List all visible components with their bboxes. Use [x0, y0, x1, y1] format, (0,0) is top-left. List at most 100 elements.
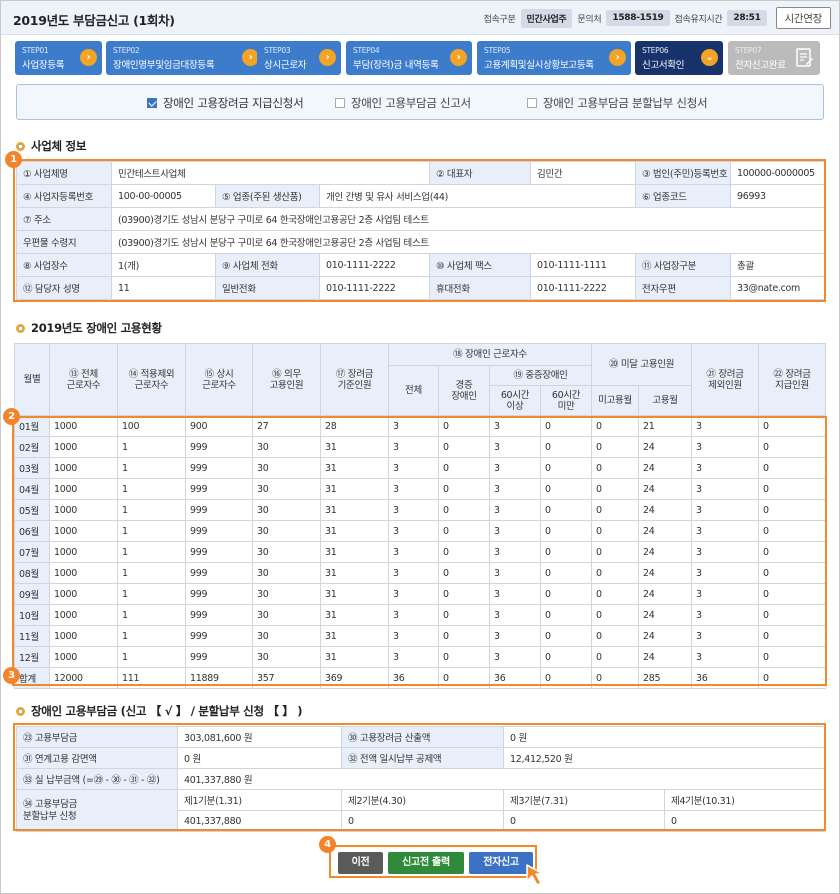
- value-cell: 1000: [49, 541, 118, 563]
- section-title-text: 장애인 고용부담금 (신고 【 √ 】 / 분할납부 신청 【 】 ): [31, 704, 303, 718]
- value-cell: 999: [185, 646, 253, 668]
- table-row: 10월 1000 1 999 30 31 3 0 3 0 0 24 3 0: [14, 604, 827, 626]
- prev-button[interactable]: 이전: [338, 852, 383, 874]
- value-cell: 1: [117, 604, 186, 626]
- form-option-label: 장애인 고용부담금 분할납부 신청서: [543, 96, 708, 110]
- value-cell: 3: [388, 520, 439, 542]
- header-cell: 60시간 미만: [539, 385, 593, 416]
- value-cell: 1000: [49, 499, 118, 521]
- label-cell: ㉓ 고용부담금: [16, 726, 178, 748]
- checkbox-unchecked[interactable]: [335, 98, 345, 108]
- value-cell: 24: [638, 436, 693, 458]
- value-cell: 0: [591, 415, 640, 437]
- chevron-right-icon: ›: [80, 49, 97, 66]
- value-cell: 0: [758, 436, 827, 458]
- value-cell: 1000: [49, 625, 118, 647]
- value-cell: 김민간: [530, 161, 636, 185]
- form-option-burden[interactable]: 장애인 고용부담금 신고서: [335, 95, 471, 111]
- month-cell: 합계: [14, 667, 50, 689]
- value-cell: 0: [758, 604, 827, 626]
- value-cell: 3: [489, 499, 541, 521]
- session-label: 접속유지시간: [674, 14, 723, 25]
- step-07: STEP07 전자신고완료: [728, 41, 820, 75]
- value-cell: 0: [539, 499, 593, 521]
- value-cell: 0 원: [177, 747, 342, 769]
- step-05[interactable]: STEP05 고용계획및실시상황보고등록 ›: [477, 41, 631, 75]
- form-option-incentive[interactable]: 장애인 고용장려금 지급신청서: [147, 95, 304, 111]
- step-04[interactable]: STEP04 부담(장려)금 내역등록 ›: [346, 41, 472, 75]
- value-cell: 0: [591, 478, 640, 500]
- value-cell: 24: [638, 457, 693, 479]
- value-cell: 30: [252, 583, 321, 605]
- value-cell: 30: [252, 457, 321, 479]
- value-cell: 3: [489, 520, 541, 542]
- value-cell: 0: [758, 667, 827, 689]
- table-row: 01월 1000 100 900 27 28 3 0 3 0 0 21 3 0: [14, 415, 827, 437]
- value-cell: 1: [117, 457, 186, 479]
- value-cell: 총괄: [730, 253, 825, 277]
- inquiry-label: 문의처: [577, 14, 602, 25]
- bullet-icon: [16, 141, 25, 151]
- step-03[interactable]: STEP03 상시근로자 ›: [257, 41, 341, 75]
- value-cell: 3: [691, 499, 760, 521]
- value-cell: 010-1111-2222: [319, 253, 430, 277]
- print-button[interactable]: 신고전 출력: [388, 852, 464, 874]
- value-cell: 0: [539, 646, 593, 668]
- value-cell: 0: [539, 562, 593, 584]
- value-cell: 111: [117, 667, 186, 689]
- form-option-label: 장애인 고용장려금 지급신청서: [163, 96, 304, 110]
- header-cell: ⑱ 장애인 근로자수: [387, 343, 593, 366]
- value-cell: 0: [539, 625, 593, 647]
- header-cell: 미고용월: [591, 385, 640, 416]
- table-row: 우편물 수령지 (03900)경기도 성남시 분당구 구미로 64 한국장애인고…: [16, 230, 825, 254]
- step-number: STEP04: [353, 46, 380, 55]
- label-cell: ③ 법인(주민)등록번호: [635, 161, 731, 185]
- value-cell: 31: [320, 646, 389, 668]
- extend-time-button[interactable]: 시간연장: [775, 7, 831, 29]
- step-number: STEP05: [484, 46, 511, 55]
- period-value: 0: [341, 810, 504, 832]
- value-cell: 1000: [49, 415, 118, 437]
- value-cell: 1000: [49, 436, 118, 458]
- value-cell: 1000: [49, 604, 118, 626]
- value-cell: 1: [117, 646, 186, 668]
- form-option-installment[interactable]: 장애인 고용부담금 분할납부 신청서: [527, 95, 708, 111]
- value-cell: 401,337,880 원: [177, 768, 825, 790]
- value-cell: 30: [252, 625, 321, 647]
- step-number: STEP02: [113, 46, 140, 55]
- value-cell: 3: [388, 562, 439, 584]
- value-cell: 3: [691, 562, 760, 584]
- value-cell: 3: [489, 646, 541, 668]
- value-cell: 3: [691, 436, 760, 458]
- cursor-arrow-icon: [526, 864, 544, 886]
- month-cell: 08월: [14, 562, 50, 584]
- table-row: 09월 1000 1 999 30 31 3 0 3 0 0 24 3 0: [14, 583, 827, 605]
- value-cell: 0: [539, 415, 593, 437]
- value-cell: 3: [691, 415, 760, 437]
- value-cell: 0: [438, 562, 490, 584]
- month-cell: 01월: [14, 415, 50, 437]
- value-cell: 3: [489, 478, 541, 500]
- checkbox-unchecked[interactable]: [527, 98, 537, 108]
- value-cell: 24: [638, 562, 693, 584]
- value-cell: 31: [320, 583, 389, 605]
- value-cell: 0: [438, 583, 490, 605]
- value-cell: 0: [758, 415, 827, 437]
- header-cell: ⑬ 전체 근로자수: [49, 343, 118, 416]
- value-cell: 0: [438, 646, 490, 668]
- value-cell: 0: [438, 520, 490, 542]
- step-02[interactable]: STEP02 장애인명부및임금대장등록 ›: [106, 41, 264, 75]
- step-01[interactable]: STEP01 사업장등록 ›: [15, 41, 102, 75]
- value-cell: 0: [539, 520, 593, 542]
- checkbox-checked[interactable]: [147, 98, 157, 108]
- step-label: 고용계획및실시상황보고등록: [484, 60, 594, 71]
- step-label: 신고서확인: [642, 60, 685, 71]
- step-06-current[interactable]: STEP06 신고서확인 ⌄: [635, 41, 723, 75]
- section-title-employment: 2019년도 장애인 고용현황: [16, 320, 162, 336]
- value-cell: 3: [489, 541, 541, 563]
- label-cell: ⑪ 사업장구분: [635, 253, 731, 277]
- value-cell: 0: [539, 583, 593, 605]
- value-cell: 0: [591, 583, 640, 605]
- value-cell: 24: [638, 625, 693, 647]
- label-cell: ㉜ 전액 일시납부 공제액: [341, 747, 504, 769]
